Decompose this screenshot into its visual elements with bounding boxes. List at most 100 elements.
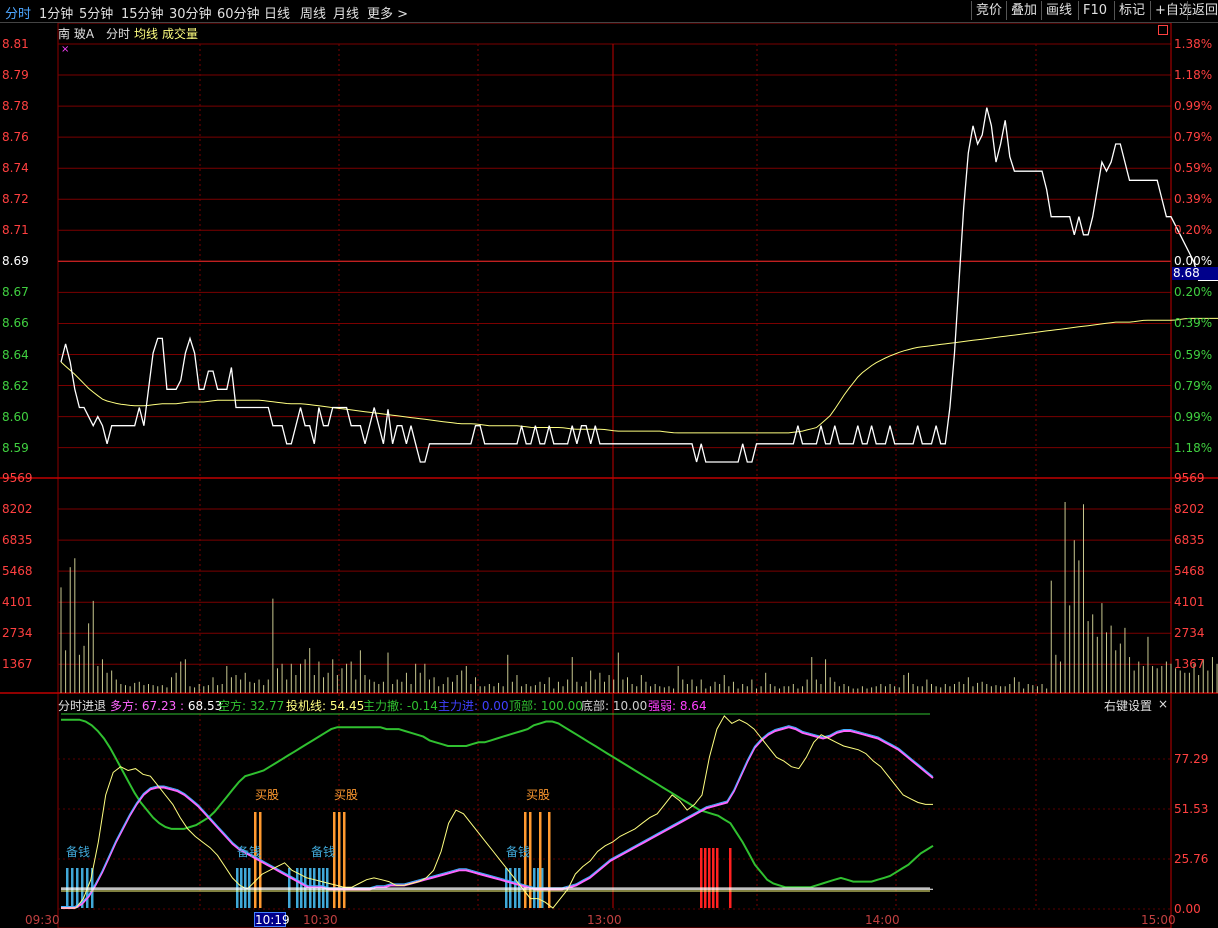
indicator-line xyxy=(61,726,934,909)
current-price-tag: 8.68 xyxy=(1172,267,1218,280)
ind-main-out-value: -0.14 xyxy=(406,699,438,713)
tab-15min[interactable]: 15分钟 xyxy=(121,3,164,22)
volume-tick: 6835 xyxy=(2,533,33,548)
price-tick: 8.79 xyxy=(2,68,29,83)
tab-60min[interactable]: 60分钟 xyxy=(217,3,260,22)
ind-bulls-label: 多方: 67.23 : 68.53 xyxy=(110,699,223,713)
price-tick: 8.66 xyxy=(2,316,29,331)
pct-tick: 0.39% xyxy=(1174,316,1213,331)
overlay-button[interactable]: 叠加 xyxy=(1006,1,1041,20)
bid-button[interactable]: 竞价 xyxy=(971,1,1006,20)
tab-daily[interactable]: 日线 xyxy=(264,3,290,22)
volume-tick: 2734 xyxy=(2,626,33,641)
ind-strength-value: 8.64 xyxy=(679,699,707,713)
signal-label: 备钱 xyxy=(506,845,531,859)
volume-tick: 5468 xyxy=(1174,564,1205,579)
x-tick: 09:30 xyxy=(25,913,60,927)
price-tick: 8.78 xyxy=(2,99,29,114)
ind-bottom-label: 底部: 10.00 xyxy=(581,699,648,713)
signal-bar xyxy=(729,848,732,908)
signal-label: 买股 xyxy=(255,788,280,802)
price-tick: 8.62 xyxy=(2,378,29,393)
ind-main-in-value: 0.00 xyxy=(481,699,509,713)
indicator-tick: 51.53 xyxy=(1174,802,1209,816)
x-tick: 14:00 xyxy=(865,913,900,927)
volume-tick: 8202 xyxy=(1174,502,1205,517)
price-tick: 8.69 xyxy=(2,254,29,269)
cursor-time-tag: 10:19 xyxy=(254,912,290,927)
price-tick: 8.74 xyxy=(2,161,29,176)
right-click-settings[interactable]: 右键设置 xyxy=(1104,697,1152,714)
chart-canvas xyxy=(0,23,1218,928)
volume-tick: 4101 xyxy=(1174,595,1205,610)
signal-bar xyxy=(712,848,715,908)
signal-bar xyxy=(254,812,257,908)
signal-bar xyxy=(529,812,532,908)
indicator-tick: 25.76 xyxy=(1174,852,1209,866)
price-tick: 8.67 xyxy=(2,285,29,300)
indicator-lines xyxy=(61,713,934,909)
ind-bears-value: 32.77 xyxy=(249,699,285,713)
pct-tick: 0.99% xyxy=(1174,409,1213,424)
draw-line-button[interactable]: 画线 xyxy=(1041,1,1078,20)
volume-tick: 8202 xyxy=(2,502,33,517)
price-tick: 8.71 xyxy=(2,223,29,238)
pct-tick: 0.59% xyxy=(1174,347,1213,362)
x-tick: 10:30 xyxy=(303,913,338,927)
back-button[interactable]: 返回 xyxy=(1187,1,1218,20)
signal-label: 备钱 xyxy=(311,845,336,859)
price-tick: 8.76 xyxy=(2,130,29,145)
ind-bears-label: 空方: 32.77 xyxy=(218,699,285,713)
tab-30min[interactable]: 30分钟 xyxy=(169,3,212,22)
ind-spec-label: 投机线: 54.45 xyxy=(286,699,365,713)
f10-button[interactable]: F10 xyxy=(1078,1,1114,20)
price-tick: 8.59 xyxy=(2,440,29,455)
close-icon[interactable]: × xyxy=(1158,697,1168,711)
pct-tick: 1.38% xyxy=(1174,37,1213,51)
pct-tick: 1.18% xyxy=(1174,440,1213,455)
tab-1min[interactable]: 1分钟 xyxy=(39,3,73,22)
period-toolbar: 分时 1分钟 5分钟 15分钟 30分钟 60分钟 日线 周线 月线 更多 > … xyxy=(0,0,1218,23)
signal-bar xyxy=(338,812,341,908)
signal-bar xyxy=(333,812,336,908)
price-tick: 8.81 xyxy=(2,37,29,51)
tab-5min[interactable]: 5分钟 xyxy=(79,3,113,22)
ind-spec-value: 54.45 xyxy=(329,699,365,713)
tab-intraday[interactable]: 分时 xyxy=(5,3,31,22)
volume-tick: 1367 xyxy=(2,657,33,672)
price-tick: 8.60 xyxy=(2,409,29,424)
pct-tick: 1.18% xyxy=(1174,68,1213,83)
x-tick: 13:00 xyxy=(587,913,622,927)
indicator-tick: 0.00 xyxy=(1174,902,1201,916)
volume-tick: 4101 xyxy=(2,595,33,610)
pct-tick: 0.99% xyxy=(1174,99,1213,114)
ind-bottom-value: 10.00 xyxy=(612,699,648,713)
mark-button[interactable]: 标记 xyxy=(1114,1,1150,20)
price-tick: 8.72 xyxy=(2,192,29,207)
add-watchlist-button[interactable]: +自选 xyxy=(1150,1,1192,20)
tab-more[interactable]: 更多 > xyxy=(367,3,408,22)
x-tick: 15:00 xyxy=(1141,913,1176,927)
pct-tick: 0.20% xyxy=(1174,285,1213,300)
signal-label: 买股 xyxy=(526,788,551,802)
ind-main-out-label: 主力撤: -0.14 xyxy=(363,699,438,713)
pct-tick: 0.59% xyxy=(1174,161,1213,176)
tab-monthly[interactable]: 月线 xyxy=(333,3,359,22)
signal-bar xyxy=(716,848,719,908)
pct-tick: 0.79% xyxy=(1174,378,1213,393)
volume-tick: 9569 xyxy=(2,471,33,485)
volume-tick: 1367 xyxy=(1174,657,1205,672)
tab-weekly[interactable]: 周线 xyxy=(300,3,326,22)
indicator-line xyxy=(61,718,934,889)
volume-tick: 5468 xyxy=(2,564,33,579)
ind-top-value: 100.00 xyxy=(540,699,583,713)
ind-bulls-value: 67.23 xyxy=(141,699,177,713)
indicator-name: 分时进退 xyxy=(58,699,107,713)
signal-bar xyxy=(700,848,703,908)
volume-tick: 6835 xyxy=(1174,533,1205,548)
volume-tick: 9569 xyxy=(1174,471,1205,485)
ind-main-in-label: 主力进: 0.00 xyxy=(438,699,509,713)
ind-strength-label: 强弱: 8.64 xyxy=(648,699,707,713)
signal-label: 备钱 xyxy=(237,845,262,859)
signal-bar xyxy=(704,848,707,908)
